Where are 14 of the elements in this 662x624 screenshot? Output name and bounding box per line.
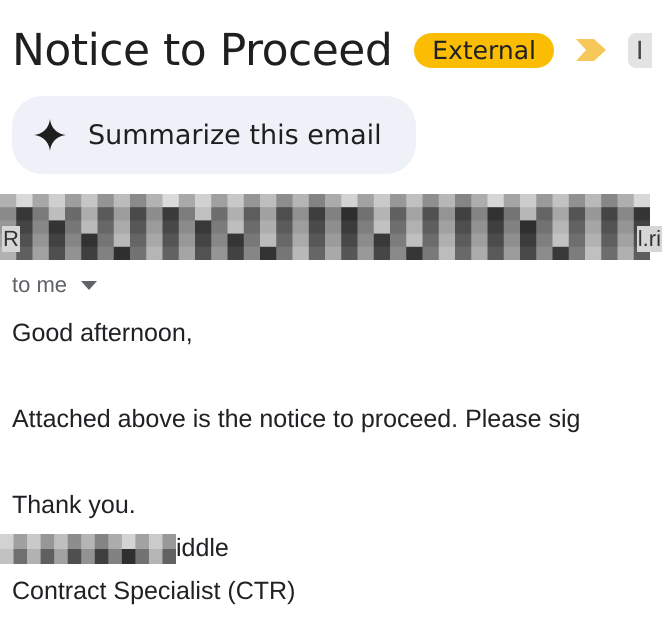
sender-fragment: R bbox=[2, 226, 20, 252]
signature-name: iddle bbox=[176, 533, 229, 564]
body-text: Good afternoon, bbox=[12, 318, 194, 349]
body-text: Attached above is the notice to proceed. Please sig bbox=[12, 404, 582, 435]
sparkle-icon bbox=[34, 119, 66, 151]
summarize-button[interactable]: Summarize this email bbox=[12, 96, 416, 174]
email-subject: Notice to Proceed bbox=[12, 24, 392, 76]
importance-marker-icon[interactable] bbox=[576, 39, 606, 61]
body-text: Thank you. bbox=[12, 490, 137, 521]
label-chip[interactable]: I bbox=[628, 32, 652, 68]
body-text: Contract Specialist (CTR) bbox=[12, 576, 296, 607]
recipient-dropdown[interactable]: to me bbox=[12, 272, 98, 298]
external-badge: External bbox=[414, 32, 554, 68]
sender-fragment: l.ri bbox=[636, 226, 662, 252]
